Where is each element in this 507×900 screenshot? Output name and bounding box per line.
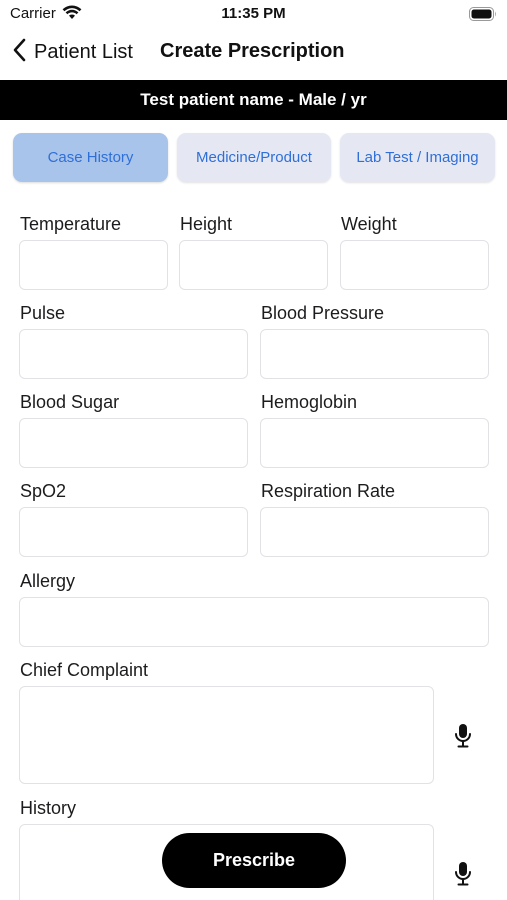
allergy-field[interactable] (19, 597, 489, 647)
respiration-rate-field[interactable] (260, 507, 489, 557)
tab-lab-test-imaging[interactable]: Lab Test / Imaging (340, 133, 495, 182)
blood-sugar-field[interactable] (19, 418, 248, 468)
chief-complaint-label: Chief Complaint (20, 660, 149, 680)
chevron-left-icon (12, 38, 26, 67)
blood-sugar-label: Blood Sugar (20, 392, 120, 412)
chief-complaint-field[interactable] (19, 686, 434, 784)
pulse-field[interactable] (19, 329, 248, 379)
patient-banner: Test patient name - Male / yr (0, 80, 507, 120)
height-field[interactable] (179, 240, 328, 290)
spo2-label: SpO2 (20, 481, 67, 501)
back-button[interactable]: Patient List (12, 38, 133, 67)
weight-label: Weight (341, 214, 397, 234)
tab-medicine-product[interactable]: Medicine/Product (177, 133, 331, 182)
prescribe-button[interactable]: Prescribe (162, 833, 346, 888)
status-bar: Carrier 11:35 PM (0, 0, 507, 28)
battery-icon (469, 7, 497, 26)
temperature-label: Temperature (20, 214, 122, 234)
hemoglobin-label: Hemoglobin (261, 392, 358, 412)
tab-bar: Case History Medicine/Product Lab Test /… (13, 133, 495, 182)
tab-case-history[interactable]: Case History (13, 133, 168, 182)
height-label: Height (180, 214, 233, 234)
blood-pressure-field[interactable] (260, 329, 489, 379)
allergy-label: Allergy (20, 571, 76, 591)
respiration-rate-label: Respiration Rate (261, 481, 396, 501)
blood-pressure-label: Blood Pressure (261, 303, 385, 323)
pulse-label: Pulse (20, 303, 66, 323)
temperature-field[interactable] (19, 240, 168, 290)
spo2-field[interactable] (19, 507, 248, 557)
create-prescription-screen: Carrier 11:35 PM Patient List Create Pre… (0, 0, 507, 900)
back-button-label: Patient List (34, 41, 133, 63)
microphone-icon[interactable] (454, 861, 472, 892)
weight-field[interactable] (340, 240, 489, 290)
history-label: History (20, 798, 77, 818)
navigation-bar: Patient List Create Prescription (0, 30, 507, 76)
clock-time: 11:35 PM (221, 5, 286, 22)
page-title: Create Prescription (160, 40, 345, 62)
hemoglobin-field[interactable] (260, 418, 489, 468)
microphone-icon[interactable] (454, 723, 472, 754)
